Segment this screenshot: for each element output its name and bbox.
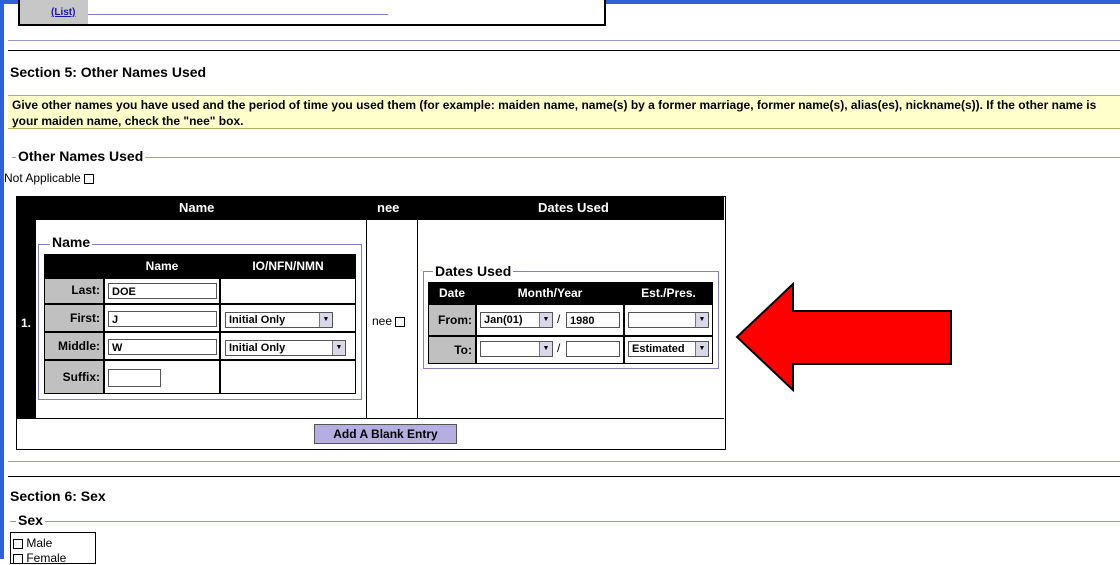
to-month-select[interactable]: ▼ (480, 341, 553, 357)
name-header-blank (44, 254, 104, 278)
section-divider (8, 476, 1120, 477)
column-divider (366, 220, 367, 418)
section-5-instructions: Give other names you have used and the p… (8, 95, 1120, 129)
from-month-value: Jan(01) (484, 314, 523, 326)
dates-header-est-pres: Est./Pres. (624, 282, 713, 304)
section-5-title: Section 5: Other Names Used (10, 64, 207, 80)
not-applicable-checkbox[interactable] (84, 173, 95, 184)
to-label: To: (428, 336, 476, 364)
name-header-name: Name (104, 254, 220, 278)
from-label: From: (428, 304, 476, 336)
section-divider (8, 50, 1120, 51)
to-date-separator: / (557, 341, 561, 355)
from-year-input[interactable]: 1980 (566, 312, 620, 328)
female-label: Female (26, 551, 67, 565)
suffix-io-cell (220, 360, 356, 394)
group-border (10, 521, 1120, 522)
not-applicable-option[interactable]: Not Applicable (4, 171, 95, 185)
chevron-down-icon: ▼ (319, 313, 332, 327)
first-name-io-select[interactable]: Initial Only ▼ (225, 312, 333, 328)
red-arrow-annotation (735, 282, 952, 392)
chevron-down-icon: ▼ (539, 313, 552, 327)
table-header-row: # Name nee Dates Used (16, 196, 724, 220)
male-checkbox[interactable] (13, 538, 23, 549)
to-est-select[interactable]: Estimated ▼ (628, 341, 709, 357)
chevron-down-icon: ▼ (332, 341, 345, 355)
sex-option-female[interactable]: Female (13, 551, 66, 565)
suffix-label: Suffix: (44, 360, 104, 394)
middle-name-io-value: Initial Only (229, 342, 286, 354)
last-name-label: Last: (44, 278, 104, 304)
dates-header-month-year: Month/Year (476, 282, 624, 304)
arrow-left-icon (735, 282, 952, 392)
suffix-input[interactable] (108, 369, 161, 387)
add-blank-entry-button[interactable]: Add A Blank Entry (314, 424, 457, 444)
group-border (12, 157, 1120, 158)
number-column (16, 196, 36, 418)
divider (8, 40, 1120, 41)
first-name-input[interactable]: J (108, 311, 217, 327)
last-name-io-cell (220, 278, 356, 304)
from-date-separator: / (557, 312, 561, 326)
header-name: Name (179, 200, 215, 215)
middle-name-io-select[interactable]: Initial Only ▼ (225, 340, 346, 356)
not-applicable-label: Not Applicable (4, 171, 81, 185)
sex-option-male[interactable]: Male (13, 536, 52, 550)
last-name-input[interactable]: DOE (108, 283, 217, 299)
column-divider (417, 220, 418, 418)
to-year-input[interactable] (566, 341, 620, 357)
header-dates-used: Dates Used (538, 200, 609, 215)
nee-label: nee (372, 314, 393, 328)
name-group-title: Name (50, 234, 93, 250)
male-label: Male (26, 536, 53, 550)
middle-name-label: Middle: (44, 332, 104, 360)
sex-group-title: Sex (16, 512, 45, 528)
from-month-select[interactable]: Jan(01) ▼ (480, 312, 553, 328)
other-names-group-title: Other Names Used (16, 148, 146, 164)
section-6-title: Section 6: Sex (10, 488, 106, 504)
row-divider (16, 418, 724, 419)
from-est-select[interactable]: ▼ (628, 312, 709, 328)
entry-number: 1. (21, 316, 32, 330)
chevron-down-icon: ▼ (695, 342, 708, 356)
chevron-down-icon: ▼ (539, 342, 552, 356)
name-header-io: IO/NFN/NMN (220, 254, 356, 278)
nee-checkbox[interactable] (395, 316, 406, 327)
list-link[interactable]: (List) (51, 7, 75, 18)
chevron-down-icon: ▼ (695, 313, 708, 327)
dates-used-group-title: Dates Used (433, 263, 514, 279)
window-frame-left (0, 0, 4, 559)
nee-option[interactable]: nee (372, 314, 406, 328)
first-name-io-value: Initial Only (229, 314, 286, 326)
previous-section-field (88, 0, 388, 15)
to-est-value: Estimated (632, 343, 685, 355)
middle-name-input[interactable]: W (108, 339, 217, 355)
first-name-label: First: (44, 304, 104, 332)
dates-header-date: Date (428, 282, 476, 304)
header-nee: nee (377, 200, 400, 215)
divider (8, 461, 1120, 462)
